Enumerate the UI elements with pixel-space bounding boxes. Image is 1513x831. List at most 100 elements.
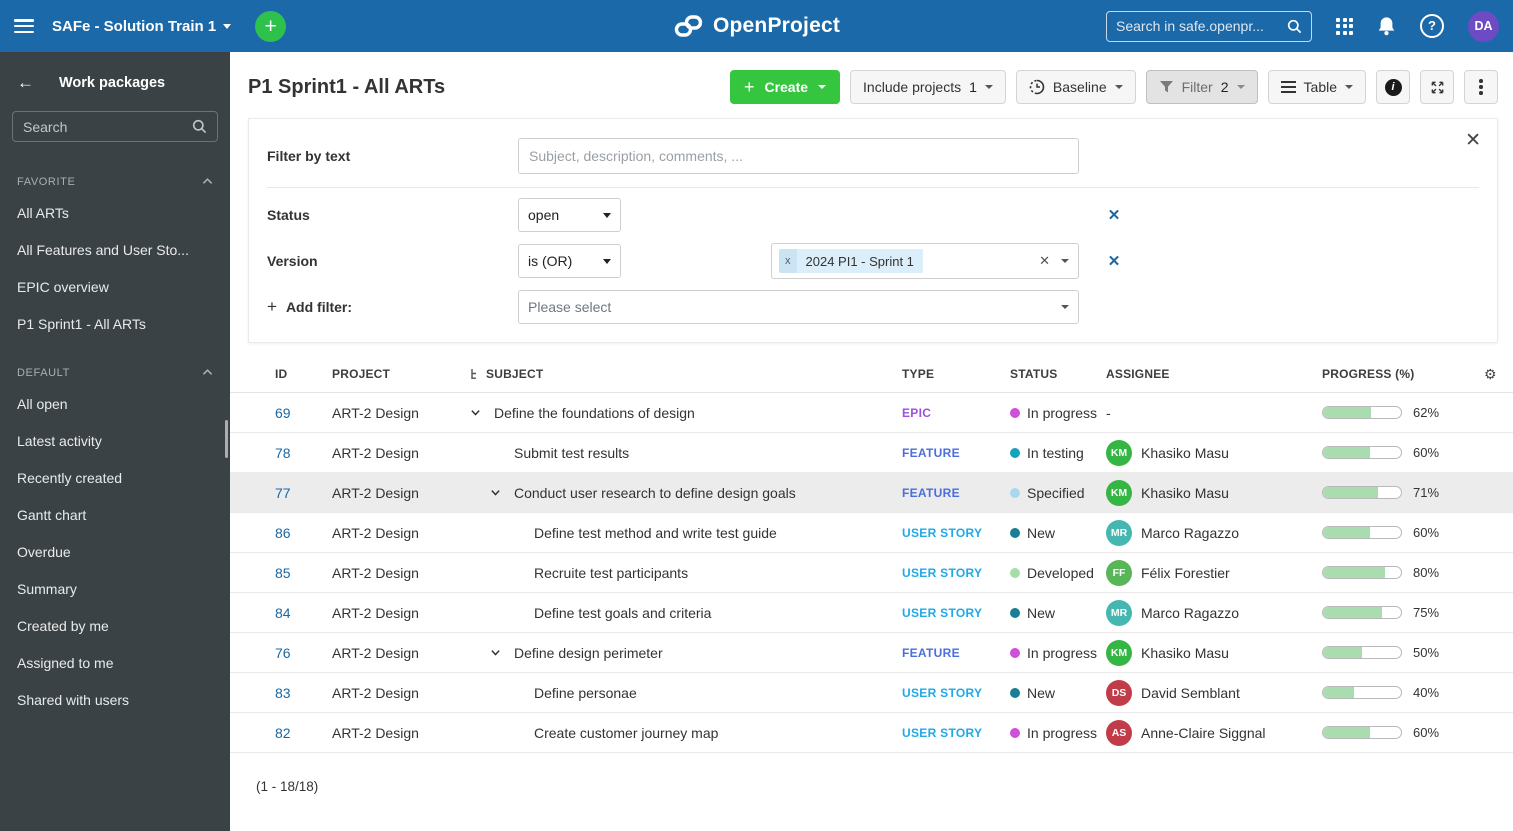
wp-subject: Define personae xyxy=(534,684,637,701)
version-operator-select[interactable]: is (OR) xyxy=(518,244,621,278)
table-row[interactable]: 69 ART-2 Design Define the foundations of … xyxy=(230,393,1513,433)
column-header-progress[interactable]: PROGRESS (%) xyxy=(1322,367,1472,381)
project-selector[interactable]: SAFe - Solution Train 1 xyxy=(52,18,232,35)
sidebar-item[interactable]: Latest activity xyxy=(0,423,230,460)
view-mode-table-button[interactable]: Table xyxy=(1267,70,1366,104)
global-search-input[interactable] xyxy=(1116,18,1287,34)
chevron-down-icon xyxy=(1061,305,1069,309)
table-row[interactable]: 86 ART-2 Design Define test method and wri… xyxy=(230,513,1513,553)
sidebar-search-input[interactable] xyxy=(23,118,192,135)
table-row[interactable]: 84 ART-2 Design Define test goals and crit… xyxy=(230,593,1513,633)
sidebar-scrollbar[interactable] xyxy=(225,420,228,458)
column-header-id[interactable]: ID xyxy=(275,367,332,381)
fullscreen-button[interactable] xyxy=(1420,70,1454,104)
clear-values-icon[interactable]: ✕ xyxy=(1039,253,1050,269)
sidebar-group-header[interactable]: DEFAULT xyxy=(0,343,230,386)
sidebar-item[interactable]: Overdue xyxy=(0,534,230,571)
sidebar-item[interactable]: Shared with users xyxy=(0,682,230,719)
table-row[interactable]: 78 ART-2 Design Submit test results FEATURE… xyxy=(230,433,1513,473)
progress-bar xyxy=(1322,406,1402,419)
notifications-bell-icon[interactable] xyxy=(1377,16,1396,36)
sidebar-item[interactable]: All ARTs xyxy=(0,195,230,232)
wp-subject: Recruite test participants xyxy=(534,564,689,581)
wp-assignee: Marco Ragazzo xyxy=(1141,524,1240,541)
include-projects-button[interactable]: Include projects 1 xyxy=(850,70,1006,104)
sidebar-item[interactable]: Summary xyxy=(0,571,230,608)
filter-panel: ✕ Filter by text Status open ✕ Version i… xyxy=(248,118,1498,343)
more-options-button[interactable] xyxy=(1464,70,1498,104)
wp-id-link[interactable]: 69 xyxy=(275,405,332,421)
filter-button[interactable]: Filter 2 xyxy=(1145,70,1258,104)
wp-id-link[interactable]: 83 xyxy=(275,685,332,701)
table-header: ID PROJECT SUBJECT TYPE STATUS ASSIGNEE … xyxy=(230,356,1513,393)
wp-project: ART-2 Design xyxy=(332,684,419,701)
filter-text-input[interactable] xyxy=(518,138,1079,174)
wp-assignee: - xyxy=(1106,404,1111,421)
wp-status-cell: In progress xyxy=(1010,405,1106,421)
remove-status-filter-icon[interactable]: ✕ xyxy=(1108,206,1121,224)
table-settings-gear-icon[interactable]: ⚙ xyxy=(1472,366,1497,383)
version-values-select[interactable]: x 2024 PI1 - Sprint 1 ✕ xyxy=(771,243,1079,279)
sidebar-item[interactable]: Gantt chart xyxy=(0,497,230,534)
column-header-subject[interactable]: SUBJECT xyxy=(470,367,902,381)
column-header-type[interactable]: TYPE xyxy=(902,367,1010,381)
wp-project: ART-2 Design xyxy=(332,444,419,461)
wp-assignee: Khasiko Masu xyxy=(1141,444,1229,461)
wp-type: USER STORY xyxy=(902,605,983,620)
wp-status-cell: Specified xyxy=(1010,485,1106,501)
wp-project: ART-2 Design xyxy=(332,724,419,741)
help-icon[interactable]: ? xyxy=(1420,14,1444,38)
baseline-button[interactable]: Baseline xyxy=(1015,70,1136,104)
table-row[interactable]: 77 ART-2 Design Conduct user research to d… xyxy=(230,473,1513,513)
wp-id-link[interactable]: 86 xyxy=(275,525,332,541)
openproject-logo: OpenProject xyxy=(673,12,840,40)
close-filter-panel-icon[interactable]: ✕ xyxy=(1465,131,1481,150)
sidebar-item[interactable]: EPIC overview xyxy=(0,269,230,306)
collapse-chevron-icon[interactable] xyxy=(490,487,514,498)
wp-type: FEATURE xyxy=(902,485,960,500)
wp-subject: Submit test results xyxy=(514,444,630,461)
hamburger-menu-icon[interactable] xyxy=(14,19,34,33)
add-filter-select[interactable]: Please select xyxy=(518,290,1079,324)
quick-add-button[interactable]: + xyxy=(255,10,287,42)
wp-subject-cell: Define test method and write test guide xyxy=(470,525,902,541)
back-arrow-icon[interactable]: ← xyxy=(17,73,34,93)
create-button[interactable]: + Create xyxy=(729,70,841,104)
sidebar-item[interactable]: All Features and User Sto... xyxy=(0,232,230,269)
sidebar-group-header[interactable]: FAVORITE xyxy=(0,152,230,195)
sidebar-group-label: FAVORITE xyxy=(17,176,76,188)
column-header-status[interactable]: STATUS xyxy=(1010,367,1106,381)
table-row[interactable]: 82 ART-2 Design Create customer journey ma… xyxy=(230,713,1513,753)
wp-id-link[interactable]: 78 xyxy=(275,445,332,461)
column-header-project[interactable]: PROJECT xyxy=(332,367,470,381)
wp-id-link[interactable]: 84 xyxy=(275,605,332,621)
info-button[interactable]: i xyxy=(1376,70,1410,104)
table-row[interactable]: 83 ART-2 Design Define personae USER STORY N… xyxy=(230,673,1513,713)
wp-project: ART-2 Design xyxy=(332,524,419,541)
wp-id-link[interactable]: 77 xyxy=(275,485,332,501)
remove-chip-icon[interactable]: x xyxy=(779,249,797,273)
wp-id-link[interactable]: 76 xyxy=(275,645,332,661)
sidebar-item[interactable]: P1 Sprint1 - All ARTs xyxy=(0,306,230,343)
collapse-chevron-icon[interactable] xyxy=(470,407,494,418)
sidebar-item[interactable]: Recently created xyxy=(0,460,230,497)
user-avatar[interactable]: DA xyxy=(1468,10,1499,42)
collapse-chevron-icon[interactable] xyxy=(490,647,514,658)
sidebar-item[interactable]: All open xyxy=(0,386,230,423)
progress-value: 75% xyxy=(1413,605,1440,620)
sidebar-item[interactable]: Assigned to me xyxy=(0,645,230,682)
wp-id-link[interactable]: 82 xyxy=(275,725,332,741)
remove-version-filter-icon[interactable]: ✕ xyxy=(1108,252,1121,270)
wp-id-link[interactable]: 85 xyxy=(275,565,332,581)
column-header-assignee[interactable]: ASSIGNEE xyxy=(1106,367,1322,381)
wp-progress-cell: 75% xyxy=(1322,605,1472,620)
table-row[interactable]: 85 ART-2 Design Recruite test participants… xyxy=(230,553,1513,593)
table-row[interactable]: 76 ART-2 Design Define design perimeter FEA… xyxy=(230,633,1513,673)
status-operator-select[interactable]: open xyxy=(518,198,621,232)
sidebar-item[interactable]: Created by me xyxy=(0,608,230,645)
chevron-down-icon[interactable] xyxy=(1061,259,1069,263)
table-body: 69 ART-2 Design Define the foundations of … xyxy=(230,393,1513,753)
apps-grid-icon[interactable] xyxy=(1336,17,1353,35)
filter-count: 2 xyxy=(1220,79,1229,95)
progress-value: 50% xyxy=(1413,645,1440,660)
